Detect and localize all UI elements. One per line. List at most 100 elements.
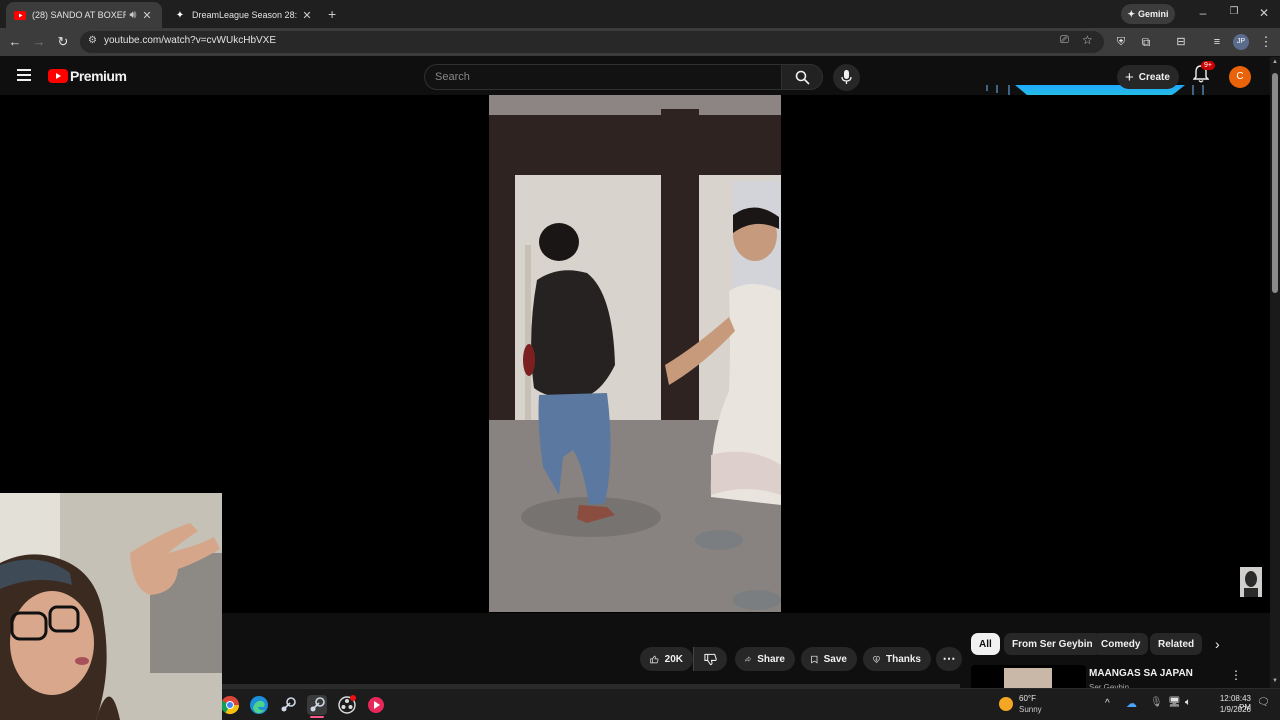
dreamleague-favicon-icon: ✦ — [175, 9, 185, 21]
thanks-heart-dollar-icon: $ — [873, 655, 880, 663]
restore-button[interactable]: ❐ — [1226, 6, 1242, 17]
forward-arrow-icon[interactable]: → — [31, 34, 47, 50]
bookmark-star-icon[interactable]: ☆ — [1082, 33, 1093, 47]
like-button[interactable]: 20K — [640, 647, 693, 671]
video-frame[interactable] — [489, 95, 781, 612]
more-horizontal-icon: ⋯ — [942, 651, 956, 666]
onedrive-cloud-icon[interactable]: ☁ — [1126, 697, 1137, 710]
watermark-portrait-icon — [1244, 571, 1258, 597]
youtube-favicon-icon — [14, 9, 26, 21]
chip-from-channel[interactable]: From Ser Geybin — [1004, 633, 1101, 655]
install-app-icon[interactable]: ⎚ — [1060, 34, 1069, 47]
scroll-up-icon[interactable]: ▲ — [1272, 59, 1278, 65]
search-placeholder: Search — [435, 71, 470, 83]
search-input[interactable]: Search — [424, 64, 782, 90]
recommendation-title[interactable]: MAANGAS SA JAPAN — [1089, 668, 1193, 679]
notifications-badge: 9+ — [1201, 61, 1215, 70]
voice-search-button[interactable] — [833, 64, 860, 91]
account-avatar[interactable]: C — [1229, 66, 1251, 88]
microphone-tray-icon[interactable]: 🎙︎ — [1150, 697, 1163, 708]
youtube-logo-icon — [48, 69, 68, 83]
url-text[interactable]: youtube.com/watch?v=cvWUkcHbVXE — [104, 35, 276, 46]
youtube-premium-logo[interactable]: Premium — [48, 68, 127, 84]
speaker-icon[interactable]: 🔊︎ — [126, 9, 140, 22]
thumbs-down-icon — [704, 653, 717, 665]
save-button[interactable]: Save — [801, 647, 857, 671]
create-button[interactable]: + Create — [1117, 65, 1179, 89]
weather-sun-icon[interactable] — [999, 697, 1013, 711]
extensions-puzzle-icon[interactable]: ⧉ — [1138, 34, 1154, 50]
more-actions-button[interactable]: ⋯ — [936, 647, 962, 671]
tab-title: DreamLeague Season 28: South — [192, 10, 300, 20]
browser-tab-strip: (28) SANDO AT BOXERS - Yo 🔊︎ ✕ ✦ DreamLe… — [0, 0, 1280, 28]
thumbs-up-icon — [650, 655, 659, 663]
tab-title: (28) SANDO AT BOXERS - Yo — [32, 10, 126, 20]
recommendation-thumbnail[interactable] — [971, 665, 1086, 688]
search-button[interactable] — [781, 64, 823, 90]
share-arrow-icon — [745, 656, 752, 662]
split-view-icon[interactable]: ⊟ — [1173, 34, 1189, 50]
close-tab-icon[interactable]: ✕ — [300, 9, 314, 22]
minimize-button[interactable]: – — [1195, 6, 1211, 20]
microphone-icon — [841, 70, 852, 84]
profile-avatar[interactable]: JP — [1233, 34, 1249, 50]
save-label: Save — [823, 653, 847, 665]
volume-speaker-icon[interactable]: 🔈︎ — [1185, 697, 1191, 708]
notifications-button[interactable]: 9+ — [1192, 61, 1215, 85]
share-button[interactable]: Share — [735, 647, 795, 671]
bookmark-icon — [811, 655, 818, 663]
media-player-taskbar-icon[interactable] — [366, 695, 386, 715]
chrome-taskbar-icon[interactable] — [220, 695, 240, 715]
page-scrollbar[interactable]: ▲ ▼ — [1270, 57, 1280, 688]
youtube-header: Premium Search + Create 9+ C — [0, 57, 1270, 127]
chip-related[interactable]: Related — [1150, 633, 1203, 655]
notification-center-icon[interactable]: 🗨︎ — [1257, 697, 1270, 708]
show-hidden-icons-chevron-icon[interactable]: ^ — [1105, 698, 1110, 709]
recommendation-more-icon[interactable]: ⋮ — [1230, 668, 1242, 682]
media-controls-icon[interactable]: ≡ — [1209, 34, 1225, 50]
tab-youtube[interactable]: (28) SANDO AT BOXERS - Yo 🔊︎ ✕ — [6, 2, 162, 28]
chevron-right-icon[interactable]: › — [1215, 636, 1220, 652]
steam-active-taskbar-icon[interactable] — [307, 695, 327, 718]
hamburger-menu-icon[interactable] — [17, 69, 31, 81]
create-label: Create — [1138, 71, 1170, 83]
logo-text: Premium — [70, 68, 127, 84]
thumbnail-image — [1004, 668, 1052, 688]
site-info-icon[interactable]: ⚙ — [88, 35, 97, 46]
shield-extension-icon[interactable]: ⛨ — [1113, 34, 1129, 50]
tab-dreamleague[interactable]: ✦ DreamLeague Season 28: South ✕ — [166, 2, 322, 28]
weather-temperature[interactable]: 60°F — [1019, 694, 1036, 703]
like-count: 20K — [664, 653, 683, 665]
chip-comedy[interactable]: Comedy — [1093, 633, 1149, 655]
webcam-feed-image — [0, 493, 222, 720]
svg-text:$: $ — [875, 657, 878, 661]
edge-taskbar-icon[interactable] — [249, 695, 269, 715]
network-monitor-icon[interactable]: 🖥︎ — [1168, 697, 1181, 708]
plus-icon: + — [1125, 68, 1134, 86]
browser-toolbar: ← → ↻ ⚙ youtube.com/watch?v=cvWUkcHbVXE … — [0, 28, 1280, 56]
close-tab-icon[interactable]: ✕ — [140, 9, 154, 22]
steam-taskbar-icon[interactable] — [278, 695, 298, 715]
chip-all[interactable]: All — [971, 633, 1000, 655]
reload-icon[interactable]: ↻ — [55, 34, 71, 50]
scrollbar-thumb[interactable] — [1272, 73, 1278, 293]
share-label: Share — [757, 653, 785, 665]
new-tab-button[interactable]: + — [328, 6, 336, 22]
gemini-label: Gemini — [1138, 9, 1169, 19]
close-window-button[interactable]: ✕ — [1256, 6, 1272, 20]
clock-date[interactable]: 1/9/2026 — [1206, 705, 1251, 714]
dislike-button[interactable] — [693, 647, 727, 671]
channel-watermark-image[interactable] — [1240, 567, 1262, 597]
webcam-overlay — [0, 493, 222, 720]
menu-kebab-icon[interactable]: ⋮ — [1258, 34, 1274, 50]
back-arrow-icon[interactable]: ← — [7, 34, 23, 50]
address-bar[interactable]: ⚙ youtube.com/watch?v=cvWUkcHbVXE ⎚ ☆ — [80, 31, 1104, 53]
search-icon — [795, 70, 810, 85]
gemini-icon: ✦ — [1127, 8, 1136, 19]
gemini-button[interactable]: ✦ Gemini — [1121, 4, 1175, 24]
video-content-image — [489, 95, 781, 612]
obs-taskbar-icon[interactable] — [337, 695, 357, 715]
scroll-down-icon[interactable]: ▼ — [1272, 678, 1278, 684]
thanks-button[interactable]: $ Thanks — [863, 647, 931, 671]
weather-condition[interactable]: Sunny — [1019, 705, 1042, 714]
